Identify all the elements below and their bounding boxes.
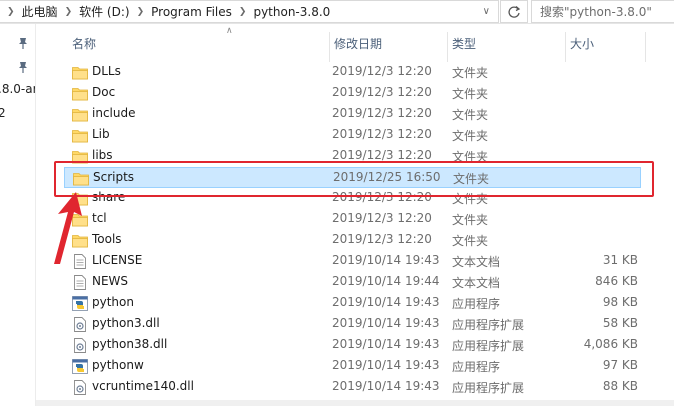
file-type: 文件夹 [452, 234, 489, 248]
file-type: 应用程序 [452, 360, 501, 374]
file-date-modified: 2019/12/3 12:20 [332, 211, 432, 225]
file-name: python38.dll [92, 337, 168, 351]
folder-icon [72, 65, 88, 80]
file-date-modified: 2019/12/3 12:20 [332, 106, 432, 120]
file-row[interactable]: LICENSE 2019/10/14 19:43 文本文档 31 KB [64, 251, 641, 272]
file-name: libs [92, 148, 113, 162]
column-name[interactable]: 名称 [68, 32, 330, 62]
file-name: Tools [92, 232, 122, 246]
file-size: 88 KB [602, 379, 638, 393]
file-date-modified: 2019/10/14 19:43 [332, 358, 440, 372]
chevron-right-icon[interactable]: ❯ [130, 1, 152, 23]
file-size: 97 KB [602, 358, 638, 372]
file-date-modified: 2019/10/14 19:43 [332, 379, 440, 393]
address-bar: ❯ 此电脑 ❯ 软件 (D:) ❯ Program Files ❯ python… [0, 0, 674, 24]
column-type[interactable]: 类型 [448, 32, 566, 62]
file-size: 846 KB [595, 274, 638, 288]
breadcrumb-this-pc[interactable]: 此电脑 [22, 1, 58, 23]
pythonw-exe-icon [72, 359, 88, 374]
search-input[interactable] [540, 4, 658, 19]
pin-icon[interactable] [16, 36, 30, 50]
history-dropdown-icon[interactable]: ∨ [476, 1, 498, 23]
navigation-pane: .8.0-ar 2 [0, 24, 36, 406]
breadcrumb[interactable]: ❯ 此电脑 ❯ 软件 (D:) ❯ Program Files ❯ python… [0, 0, 499, 23]
column-header: ∧ 名称 修改日期 类型 大小 [36, 24, 674, 62]
file-name: python [92, 295, 134, 309]
breadcrumb-drive-d[interactable]: 软件 (D:) [79, 1, 129, 23]
file-name: LICENSE [92, 253, 143, 267]
file-type: 应用程序扩展 [452, 318, 525, 332]
file-size: 4,086 KB [583, 337, 638, 351]
file-row[interactable]: DLLs 2019/12/3 12:20 文件夹 [64, 62, 641, 83]
chevron-right-icon[interactable]: ❯ [58, 1, 80, 23]
folder-icon [72, 86, 88, 101]
file-type: 文件夹 [452, 213, 489, 227]
file-date-modified: 2019/10/14 19:43 [332, 316, 440, 330]
file-name: include [92, 106, 136, 120]
file-date-modified: 2019/10/14 19:43 [332, 337, 440, 351]
folder-icon [72, 128, 88, 143]
annotation-arrow-icon [54, 192, 82, 264]
file-row[interactable]: Lib 2019/12/3 12:20 文件夹 [64, 125, 641, 146]
folder-icon [72, 107, 88, 122]
file-type: 文件夹 [452, 108, 489, 122]
file-type: 文件夹 [452, 66, 489, 80]
file-date-modified: 2019/12/3 12:20 [332, 127, 432, 141]
file-row[interactable]: tcl 2019/12/3 12:20 文件夹 [64, 209, 641, 230]
file-name: DLLs [92, 64, 121, 78]
file-row[interactable]: vcruntime140.dll 2019/10/14 19:43 应用程序扩展 88… [64, 377, 641, 398]
column-date-modified[interactable]: 修改日期 [330, 32, 448, 62]
file-name: Doc [92, 85, 116, 99]
file-date-modified: 2019/10/14 19:43 [332, 253, 440, 267]
file-type: 文件夹 [452, 87, 489, 101]
breadcrumb-program-files[interactable]: Program Files [151, 1, 232, 23]
pin-icon[interactable] [16, 60, 30, 74]
file-type: 应用程序扩展 [452, 339, 525, 353]
file-date-modified: 2019/12/3 12:20 [332, 148, 432, 162]
file-type: 文本文档 [452, 255, 501, 269]
file-type: 文件夹 [452, 129, 489, 143]
file-type: 文本文档 [452, 276, 501, 290]
file-date-modified: 2019/12/3 12:20 [332, 85, 432, 99]
file-size: 31 KB [602, 253, 638, 267]
file-name: vcruntime140.dll [92, 379, 194, 393]
file-row[interactable]: include 2019/12/3 12:20 文件夹 [64, 104, 641, 125]
file-type: 应用程序扩展 [452, 381, 525, 395]
dll-file-icon [72, 338, 88, 353]
chevron-right-icon[interactable]: ❯ [232, 1, 254, 23]
file-row[interactable]: Doc 2019/12/3 12:20 文件夹 [64, 83, 641, 104]
file-size: 98 KB [602, 295, 638, 309]
text-file-icon [72, 275, 88, 290]
refresh-button[interactable] [500, 0, 528, 23]
file-row[interactable]: pythonw 2019/10/14 19:43 应用程序 97 KB [64, 356, 641, 377]
file-row[interactable]: python3.dll 2019/10/14 19:43 应用程序扩展 58 KB [64, 314, 641, 335]
nav-item-partial[interactable]: .8.0-ar [0, 82, 35, 96]
column-size[interactable]: 大小 [566, 32, 646, 62]
file-date-modified: 2019/12/3 12:20 [332, 232, 432, 246]
file-row[interactable]: python38.dll 2019/10/14 19:43 应用程序扩展 4,086 … [64, 335, 641, 356]
annotation-highlight-box [54, 161, 654, 197]
breadcrumb-python-dir[interactable]: python-3.8.0 [253, 1, 330, 23]
file-name: python3.dll [92, 316, 160, 330]
file-row[interactable]: Tools 2019/12/3 12:20 文件夹 [64, 230, 641, 251]
file-name: pythonw [92, 358, 144, 372]
file-size: 58 KB [602, 316, 638, 330]
dll-file-icon [72, 317, 88, 332]
horizontal-scrollbar[interactable] [36, 400, 674, 406]
file-type: 应用程序 [452, 297, 501, 311]
file-name: Lib [92, 127, 110, 141]
file-row[interactable]: python 2019/10/14 19:43 应用程序 98 KB [64, 293, 641, 314]
dll-file-icon [72, 380, 88, 395]
file-date-modified: 2019/12/3 12:20 [332, 64, 432, 78]
file-name: NEWS [92, 274, 129, 288]
chevron-right-icon[interactable]: ❯ [0, 1, 22, 23]
search-box[interactable] [531, 0, 674, 23]
python-exe-icon [72, 296, 88, 311]
refresh-icon [508, 5, 521, 18]
file-row[interactable]: NEWS 2019/10/14 19:44 文本文档 846 KB [64, 272, 641, 293]
file-name: tcl [92, 211, 107, 225]
file-date-modified: 2019/10/14 19:43 [332, 295, 440, 309]
file-date-modified: 2019/10/14 19:44 [332, 274, 440, 288]
nav-item-partial[interactable]: 2 [0, 106, 6, 120]
